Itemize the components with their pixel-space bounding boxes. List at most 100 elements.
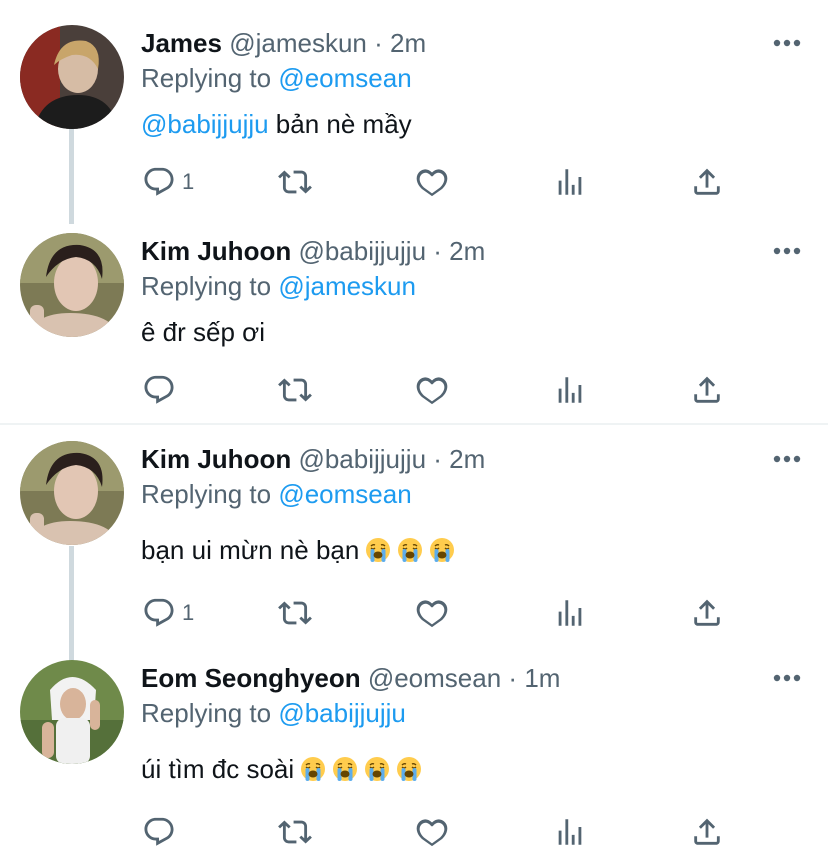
user-handle[interactable]: @eomsean (368, 663, 501, 693)
avatar[interactable] (20, 660, 124, 764)
like-button[interactable] (415, 591, 449, 635)
separator: · (374, 28, 383, 58)
retweet-icon (278, 378, 312, 402)
tweet-text: ê đr sếp ơi (141, 316, 265, 348)
replying-prefix: Replying to (141, 63, 272, 93)
reply-icon (144, 375, 174, 404)
timestamp[interactable]: 2m (390, 28, 426, 58)
avatar[interactable] (20, 25, 124, 129)
like-icon (416, 819, 448, 847)
more-icon[interactable] (772, 671, 802, 685)
replying-to: Replying to @eomsean (141, 63, 412, 93)
display-name[interactable]: Eom Seonghyeon (141, 663, 361, 693)
replying-prefix: Replying to (141, 271, 272, 301)
loudly-crying-face-emoji (429, 537, 455, 563)
replying-prefix: Replying to (141, 479, 272, 509)
more-icon[interactable] (772, 452, 802, 466)
tweet-header: Eom Seonghyeon @eomsean · 1m (141, 663, 560, 693)
tweet-header: James @jameskun · 2m (141, 28, 426, 58)
display-name[interactable]: Kim Juhoon (141, 444, 291, 474)
tweet-text: @babijjujju bản nè mầy (141, 108, 412, 140)
loudly-crying-face-emoji (332, 756, 358, 782)
user-handle[interactable]: @babijjujju (298, 236, 426, 266)
stats-icon (558, 377, 582, 403)
retweet-button[interactable] (278, 591, 312, 635)
replying-to-mention[interactable]: @eomsean (278, 63, 411, 93)
more-icon[interactable] (772, 36, 802, 50)
tweet-header: Kim Juhoon @babijjujju · 2m (141, 236, 485, 266)
tweet-body: ê đr sếp ơi (141, 317, 265, 347)
reply-icon (144, 167, 174, 196)
loudly-crying-face-emoji (300, 756, 326, 782)
user-handle[interactable]: @jameskun (229, 28, 367, 58)
emoji-list (359, 535, 455, 565)
stats-icon (558, 819, 582, 845)
stats-button[interactable] (553, 810, 587, 854)
reply-count: 1 (182, 600, 195, 625)
tweet-4[interactable]: Eom Seonghyeon @eomsean · 1m Replying to… (0, 643, 828, 861)
replying-to-mention[interactable]: @jameskun (278, 271, 416, 301)
reply-button[interactable]: 1 (142, 591, 194, 635)
share-icon (694, 376, 720, 403)
reply-button[interactable]: 1 (142, 160, 194, 204)
avatar[interactable] (20, 233, 124, 337)
retweet-button[interactable] (278, 810, 312, 854)
display-name[interactable]: James (141, 28, 222, 58)
timestamp[interactable]: 1m (524, 663, 560, 693)
separator: · (433, 444, 442, 474)
tweet-body: úi tìm đc soài (141, 754, 295, 784)
timestamp[interactable]: 2m (449, 236, 485, 266)
reply-icon (144, 598, 174, 627)
replying-to: Replying to @jameskun (141, 271, 416, 301)
tweet-body: bạn ui mừn nè bạn (141, 535, 360, 565)
loudly-crying-face-emoji (397, 537, 423, 563)
like-icon (416, 600, 448, 628)
action-bar (0, 368, 828, 412)
retweet-icon (278, 170, 312, 194)
replying-to-mention[interactable]: @babijjujju (278, 698, 406, 728)
avatar[interactable] (20, 441, 124, 545)
tweet-2[interactable]: Kim Juhoon @babijjujju · 2m Replying to … (0, 215, 828, 423)
loudly-crying-face-emoji (364, 756, 390, 782)
tweet-body: bản nè mầy (268, 109, 412, 139)
timestamp[interactable]: 2m (449, 444, 485, 474)
stats-button[interactable] (553, 160, 587, 204)
replying-prefix: Replying to (141, 698, 272, 728)
tweet-text: bạn ui mừn nè bạn (141, 534, 455, 566)
more-icon[interactable] (772, 244, 802, 258)
share-icon (694, 818, 720, 845)
reply-button[interactable] (142, 810, 182, 854)
stats-button[interactable] (553, 368, 587, 412)
stats-button[interactable] (553, 591, 587, 635)
like-button[interactable] (415, 810, 449, 854)
reply-icon (144, 817, 174, 846)
retweet-button[interactable] (278, 160, 312, 204)
retweet-icon (278, 601, 312, 625)
tweet-text: úi tìm đc soài (141, 753, 422, 785)
share-button[interactable] (690, 160, 724, 204)
tweet-3[interactable]: Kim Juhoon @babijjujju · 2m Replying to … (0, 425, 828, 664)
reply-button[interactable] (142, 368, 182, 412)
share-button[interactable] (690, 810, 724, 854)
reply-count: 1 (182, 169, 195, 194)
separator: · (508, 663, 518, 693)
share-button[interactable] (690, 368, 724, 412)
loudly-crying-face-emoji (396, 756, 422, 782)
like-button[interactable] (415, 160, 449, 204)
display-name[interactable]: Kim Juhoon (141, 236, 291, 266)
user-handle[interactable]: @babijjujju (298, 444, 426, 474)
replying-to-mention[interactable]: @eomsean (278, 479, 411, 509)
share-icon (694, 168, 720, 195)
tweet-1[interactable]: James @jameskun · 2m Replying to @eomsea… (0, 0, 828, 224)
action-bar: 1 (0, 591, 828, 635)
retweet-button[interactable] (278, 368, 312, 412)
loudly-crying-face-emoji (365, 537, 391, 563)
like-button[interactable] (415, 368, 449, 412)
action-bar (0, 810, 828, 854)
retweet-icon (278, 820, 312, 844)
emoji-list (294, 754, 422, 784)
mention-link[interactable]: @babijjujju (141, 109, 269, 139)
separator: · (433, 236, 442, 266)
tweet-header: Kim Juhoon @babijjujju · 2m (141, 444, 485, 474)
share-button[interactable] (690, 591, 724, 635)
